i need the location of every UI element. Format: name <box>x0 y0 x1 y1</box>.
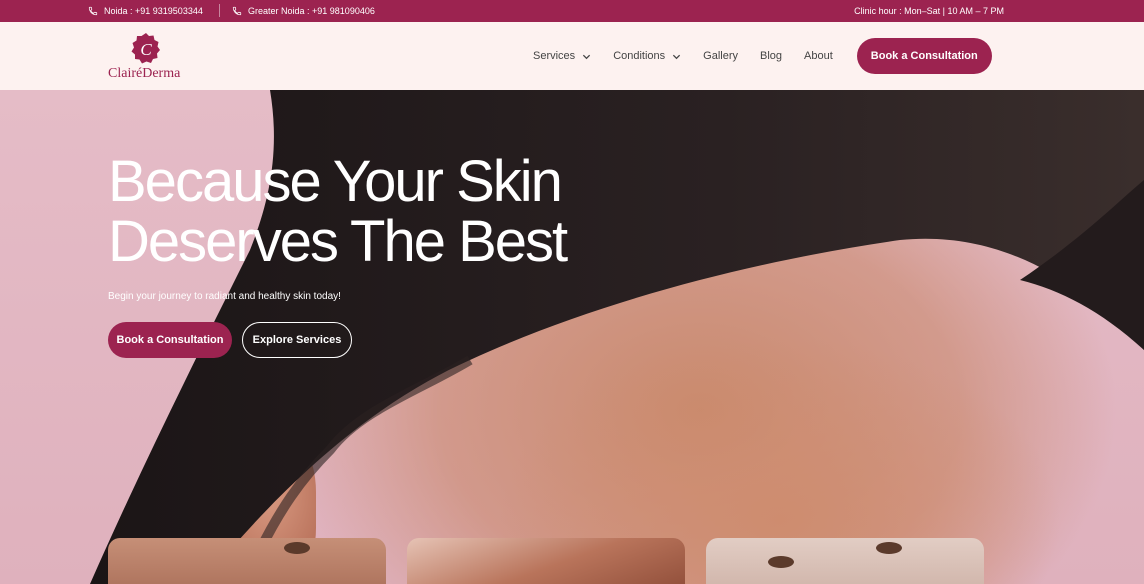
divider <box>219 4 220 17</box>
phone-icon <box>88 6 98 16</box>
chevron-down-icon <box>673 54 681 59</box>
contact-greater-noida-text: Greater Noida : +91 981090406 <box>248 6 375 16</box>
nav-services[interactable]: Services <box>533 50 591 62</box>
nav-blog[interactable]: Blog <box>760 50 782 62</box>
brand-name: ClairéDerma <box>108 66 181 81</box>
service-card[interactable] <box>108 538 386 584</box>
hero-title-line-2: Deserves The Best <box>108 209 568 274</box>
nav-gallery[interactable]: Gallery <box>703 50 738 62</box>
brand-logo[interactable]: C ClairéDerma <box>108 30 188 86</box>
hero-title: Because Your Skin Deserves The Best <box>108 152 668 272</box>
hero-book-consultation-button[interactable]: Book a Consultation <box>108 322 232 358</box>
explore-services-button[interactable]: Explore Services <box>242 322 352 358</box>
nav-conditions[interactable]: Conditions <box>613 50 681 62</box>
svg-text:C: C <box>140 40 152 59</box>
site-header: C ClairéDerma Services Conditions Galler… <box>0 22 1144 90</box>
contact-noida-text: Noida : +91 9319503344 <box>104 6 203 16</box>
main-nav: Services Conditions Gallery Blog About B… <box>533 22 992 90</box>
hero-subtitle: Begin your journey to radiant and health… <box>108 291 341 302</box>
nav-services-label: Services <box>533 50 576 62</box>
service-card[interactable] <box>407 538 685 584</box>
clinic-hours: Clinic hour : Mon–Sat | 10 AM – 7 PM <box>854 6 1004 16</box>
contact-noida[interactable]: Noida : +91 9319503344 <box>88 0 203 22</box>
hero-title-line-1: Because Your Skin <box>108 149 563 214</box>
card-image-eye <box>876 542 902 554</box>
book-consultation-button[interactable]: Book a Consultation <box>856 38 992 74</box>
nav-conditions-label: Conditions <box>613 50 666 62</box>
nav-about[interactable]: About <box>804 50 833 62</box>
phone-icon <box>232 6 242 16</box>
service-card[interactable] <box>706 538 984 584</box>
hero-section: Because Your Skin Deserves The Best Begi… <box>0 90 1144 584</box>
top-contact-bar: Noida : +91 9319503344 Greater Noida : +… <box>0 0 1144 22</box>
logo-monogram-icon: C <box>131 33 160 64</box>
chevron-down-icon <box>583 54 591 59</box>
card-image-eye <box>768 556 794 568</box>
contact-greater-noida[interactable]: Greater Noida : +91 981090406 <box>232 0 375 22</box>
card-image-eye <box>284 542 310 554</box>
